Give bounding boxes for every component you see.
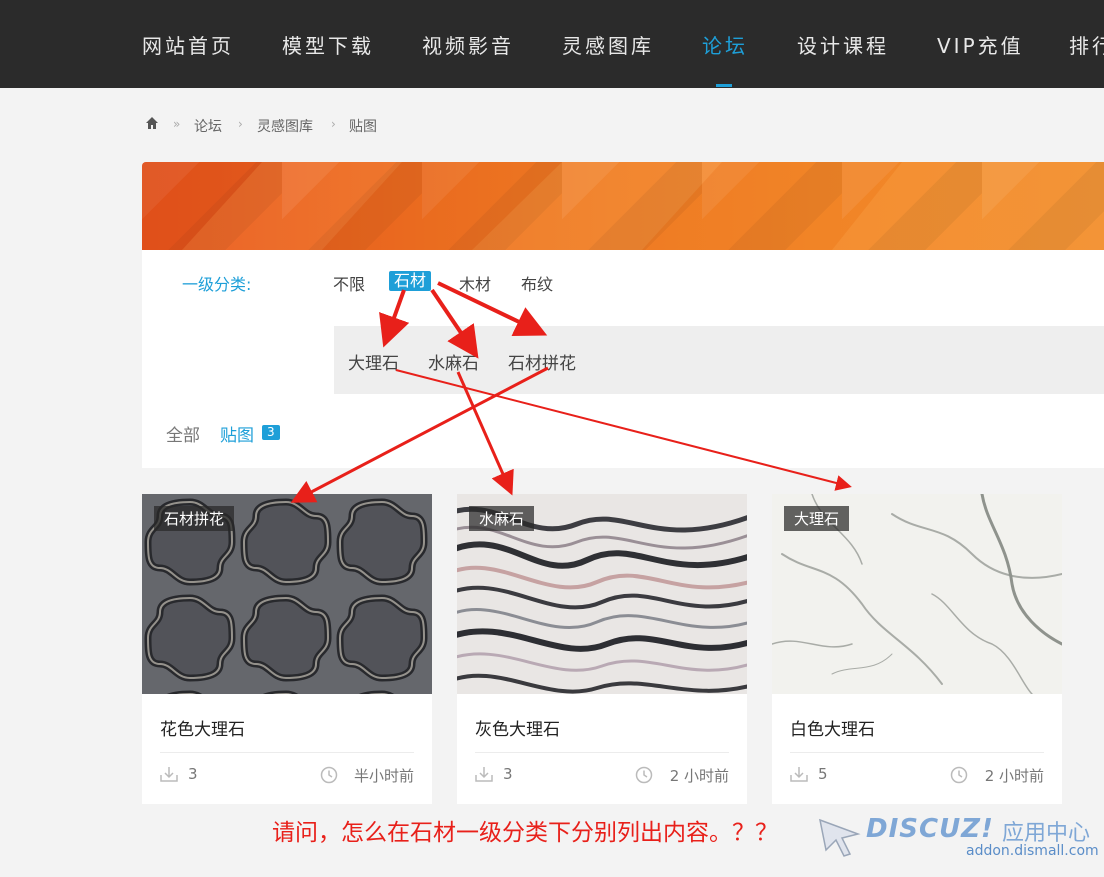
download-count: 3: [503, 765, 513, 783]
texture-thumbnail: 大理石: [772, 494, 1062, 694]
subcategory-tag: 水麻石: [469, 506, 535, 531]
annotation-question: 请问，怎么在石材一级分类下分别列出内容。？？: [272, 820, 778, 846]
clock-icon: [635, 766, 653, 788]
download-icon: [475, 766, 493, 786]
card-divider: [160, 752, 414, 753]
breadcrumb-separator: ›: [238, 117, 243, 131]
card-title[interactable]: 花色大理石: [160, 715, 245, 740]
clock-icon: [950, 766, 968, 788]
breadcrumb-gallery[interactable]: 灵感图库: [257, 116, 313, 136]
category-option-wood[interactable]: 木材: [459, 271, 491, 295]
tab-textures[interactable]: 贴图: [220, 421, 254, 446]
texture-thumbnail: 石材拼花: [142, 494, 432, 694]
category-label: 一级分类:: [182, 275, 252, 294]
download-icon: [790, 766, 808, 786]
filter-panel: 一级分类: 不限 石材 木材 布纹 大理石 水麻石 石材拼花 全部 贴图 3: [142, 162, 1104, 468]
discuz-logo: DISCUZ!: [866, 814, 994, 844]
tab-all[interactable]: 全部: [166, 421, 200, 446]
breadcrumb-forum[interactable]: 论坛: [194, 116, 222, 136]
clock-icon: [320, 766, 338, 788]
card-title[interactable]: 灰色大理石: [475, 715, 560, 740]
post-time: 2 小时前: [669, 767, 729, 785]
top-navbar: 网站首页 模型下载 视频影音 灵感图库 论坛 设计课程 VIP充值 排行: [0, 0, 1104, 88]
card-divider: [790, 752, 1044, 753]
banner: [142, 162, 1104, 250]
nav-item-home[interactable]: 网站首页: [142, 30, 234, 59]
subcategory-tag: 大理石: [784, 506, 850, 531]
texture-card[interactable]: 石材拼花 花色大理石 3 半小时前: [142, 494, 432, 804]
texture-card[interactable]: 水麻石 灰色大理石 3 2 小时前: [457, 494, 747, 804]
card-divider: [475, 752, 729, 753]
breadcrumb-current: 贴图: [349, 119, 377, 135]
breadcrumb-separator: ›: [331, 117, 336, 131]
download-count: 5: [818, 765, 828, 783]
subcategory-water-hemp-stone[interactable]: 水麻石: [428, 349, 479, 374]
post-time: 2 小时前: [984, 767, 1044, 785]
texture-thumbnail: 水麻石: [457, 494, 747, 694]
download-count: 3: [188, 765, 198, 783]
nav-item-vip[interactable]: VIP充值: [937, 30, 1024, 59]
nav-item-ranking[interactable]: 排行: [1069, 30, 1104, 59]
category-option-fabric[interactable]: 布纹: [521, 271, 553, 295]
nav-item-video[interactable]: 视频影音: [422, 30, 514, 59]
subcategory-stone-mosaic[interactable]: 石材拼花: [508, 349, 576, 374]
subcategory-marble[interactable]: 大理石: [348, 349, 399, 374]
cursor-icon: [818, 818, 862, 862]
count-badge: 3: [262, 425, 280, 440]
nav-item-model-download[interactable]: 模型下载: [282, 30, 374, 59]
nav-item-courses[interactable]: 设计课程: [797, 30, 889, 59]
category-option-any[interactable]: 不限: [333, 271, 365, 295]
download-icon: [160, 766, 178, 786]
discuz-watermark: DISCUZ! 应用中心 addon.dismall.com: [810, 812, 1100, 868]
active-nav-indicator: [716, 84, 732, 87]
subcategory-box: 大理石 水麻石 石材拼花: [334, 326, 1104, 394]
nav-item-gallery[interactable]: 灵感图库: [562, 30, 654, 59]
breadcrumb-separator: »: [173, 117, 181, 131]
category-option-stone[interactable]: 石材: [389, 271, 432, 291]
subcategory-tag: 石材拼花: [154, 506, 235, 531]
card-title[interactable]: 白色大理石: [790, 715, 875, 740]
texture-card[interactable]: 大理石 白色大理石 5 2 小时前: [772, 494, 1062, 804]
nav-item-forum[interactable]: 论坛: [702, 30, 748, 59]
home-icon[interactable]: [145, 116, 159, 134]
post-time: 半小时前: [353, 767, 414, 785]
watermark-url: addon.dismall.com: [966, 843, 1099, 859]
